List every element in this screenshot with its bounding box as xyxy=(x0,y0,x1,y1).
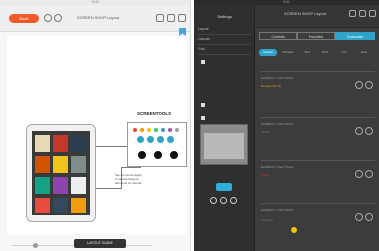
book-cover xyxy=(35,198,50,213)
undo-icon[interactable] xyxy=(44,14,52,22)
section-title: ELEMENT 4 SETTINGS xyxy=(261,208,294,212)
section-title: ELEMENT 3 SETTINGS xyxy=(261,165,294,169)
option-radio[interactable] xyxy=(230,197,237,204)
settings-icon[interactable] xyxy=(167,14,175,22)
callout-title: SCREENTOOLS xyxy=(137,111,172,116)
settings-icon[interactable] xyxy=(359,10,366,17)
book-cover xyxy=(71,198,86,213)
settings-section: ELEMENT 2 SETTINGS Visible xyxy=(261,117,375,158)
connector-line xyxy=(96,188,121,189)
sidebar-item[interactable]: Layout xyxy=(198,25,251,35)
book-cover xyxy=(35,135,50,152)
color-swatch[interactable] xyxy=(147,128,151,132)
header: SCREEN SHOP Layout xyxy=(255,5,379,28)
share-icon[interactable] xyxy=(156,14,164,22)
book-cover xyxy=(53,156,68,173)
tool-knob[interactable] xyxy=(138,151,146,159)
filter-pill[interactable]: Default xyxy=(259,49,277,56)
section-subtitle: Visible xyxy=(261,130,270,134)
apply-button[interactable] xyxy=(216,183,232,191)
share-icon[interactable] xyxy=(349,10,356,17)
book-cover xyxy=(53,177,68,194)
book-cover xyxy=(35,156,50,173)
tab-controls[interactable]: Controls xyxy=(259,32,297,40)
tool-knob[interactable] xyxy=(170,151,178,159)
book-cover xyxy=(71,135,86,152)
color-swatch[interactable] xyxy=(140,128,144,132)
filter-pill[interactable]: Preview xyxy=(279,49,297,56)
layout-canvas[interactable]: SCREENTOOLS Tap the tool to apply to sel… xyxy=(7,36,187,234)
filter-pill[interactable]: Col xyxy=(335,49,353,56)
tool-button[interactable] xyxy=(147,136,154,143)
color-swatch[interactable] xyxy=(133,128,137,132)
preview-thumbnail[interactable] xyxy=(200,124,248,165)
back-button[interactable]: Back xyxy=(9,14,39,23)
toggle-icon[interactable] xyxy=(365,81,373,89)
device-illustration xyxy=(26,124,96,222)
bottom-tab[interactable]: LAYOUT GUIDE xyxy=(74,239,126,248)
tool-button[interactable] xyxy=(167,136,174,143)
book-cover xyxy=(53,135,68,152)
page-title: SCREEN SHOP Layout xyxy=(283,11,327,16)
book-cover xyxy=(35,177,50,194)
settings-section: ELEMENT 3 SETTINGS Visible xyxy=(261,160,375,201)
more-icon[interactable] xyxy=(178,14,186,22)
caption-line: elements on canvas xyxy=(115,181,142,185)
connector-line xyxy=(96,146,127,147)
right-tablet-screen: 9:41 Settings Layout Canvas Grid SCREEN … xyxy=(194,0,379,251)
bookmark-icon[interactable] xyxy=(179,28,186,36)
option-radio[interactable] xyxy=(210,197,217,204)
settings-section: ELEMENT 1 SETTINGS Background fill xyxy=(261,71,375,112)
more-icon[interactable] xyxy=(369,10,376,17)
book-cover xyxy=(71,177,86,194)
color-swatch[interactable] xyxy=(161,128,165,132)
section-title: ELEMENT 2 SETTINGS xyxy=(261,122,294,126)
filter-pill[interactable]: Grid xyxy=(317,49,333,56)
checkbox[interactable] xyxy=(201,60,205,64)
page-scrubber-thumb[interactable] xyxy=(33,243,38,248)
option-radio[interactable] xyxy=(220,197,227,204)
page-title: SCREEN SHOP Layout xyxy=(76,15,120,20)
color-swatch[interactable] xyxy=(154,128,158,132)
section-subtitle: Highlight xyxy=(261,218,273,222)
filter-pill[interactable]: Row xyxy=(355,49,373,56)
settings-section: ELEMENT 4 SETTINGS Highlight xyxy=(261,203,375,244)
color-swatch[interactable] xyxy=(175,128,179,132)
color-swatch[interactable] xyxy=(168,128,172,132)
section-subtitle: Visible xyxy=(261,173,270,177)
sidebar-item[interactable]: Grid xyxy=(198,45,251,55)
checkbox[interactable] xyxy=(201,116,205,120)
toggle-icon[interactable] xyxy=(365,127,373,135)
tool-knob[interactable] xyxy=(154,151,162,159)
toggle-icon[interactable] xyxy=(355,81,363,89)
tab-customize[interactable]: Customize xyxy=(335,32,375,40)
toggle-icon[interactable] xyxy=(355,213,363,221)
book-cover xyxy=(53,198,68,213)
tab-favorites[interactable]: Favorites xyxy=(297,32,335,40)
preview-image xyxy=(204,133,244,159)
connector-line xyxy=(121,167,141,168)
tool-button[interactable] xyxy=(157,136,164,143)
tools-callout xyxy=(127,122,187,167)
section-subtitle: Background fill xyxy=(261,84,281,88)
main-panel: SCREEN SHOP Layout Controls Favorites Cu… xyxy=(255,5,379,251)
toggle-icon[interactable] xyxy=(365,170,373,178)
left-tablet-screen: 9:41 Back SCREEN SHOP Layout SCREENTOOLS… xyxy=(0,0,191,251)
checkbox[interactable] xyxy=(201,103,205,107)
toggle-icon[interactable] xyxy=(365,213,373,221)
section-title: ELEMENT 1 SETTINGS xyxy=(261,76,294,80)
sidebar-title: Settings xyxy=(217,14,232,19)
filter-pill[interactable]: Text xyxy=(299,49,315,56)
tool-button[interactable] xyxy=(137,136,144,143)
sidebar-item[interactable]: Canvas xyxy=(198,35,251,45)
toolbar: Back SCREEN SHOP Layout xyxy=(0,5,190,32)
toggle-icon[interactable] xyxy=(355,170,363,178)
sidebar: Settings Layout Canvas Grid xyxy=(194,5,255,251)
device-screen xyxy=(32,131,90,215)
highlight-color-dot[interactable] xyxy=(291,227,297,233)
book-cover xyxy=(71,156,86,173)
toggle-icon[interactable] xyxy=(355,127,363,135)
